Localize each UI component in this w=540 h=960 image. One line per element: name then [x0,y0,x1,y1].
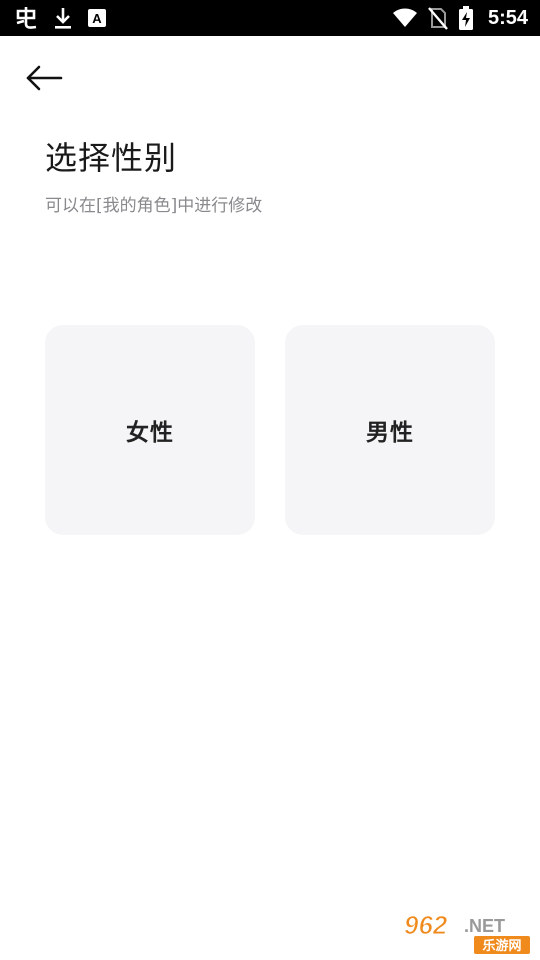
male-option-label: 男性 [366,420,414,446]
arrow-left-icon [25,64,63,96]
svg-text:A: A [92,11,102,26]
status-bar-right: 5:54 [392,4,528,32]
status-bar-left: A [14,4,108,32]
no-sim-icon [428,6,448,30]
battery-charging-icon [458,5,474,31]
status-time: 5:54 [487,6,528,29]
download-icon [52,6,74,30]
female-option-card[interactable]: 女性 [45,325,255,535]
status-bar: A 5:54 [0,0,540,36]
screen: A 5:54 选择性别 可以在[我的角色]中进行修改 女性 男性 962 .NE… [0,0,540,960]
svg-text:.NET: .NET [464,916,505,936]
page-title: 选择性别 [45,139,178,177]
svg-text:乐游网: 乐游网 [482,938,521,954]
a-box-icon: A [86,7,108,29]
male-option-card[interactable]: 男性 [285,325,495,535]
page-subtitle: 可以在[我的角色]中进行修改 [45,196,263,216]
back-button[interactable] [20,60,68,100]
wifi-icon [392,7,418,29]
female-option-label: 女性 [126,420,174,446]
app-notification-icon [14,5,40,31]
svg-text:962: 962 [404,910,448,940]
watermark-logo: 962 .NET 乐游网 [400,910,534,956]
